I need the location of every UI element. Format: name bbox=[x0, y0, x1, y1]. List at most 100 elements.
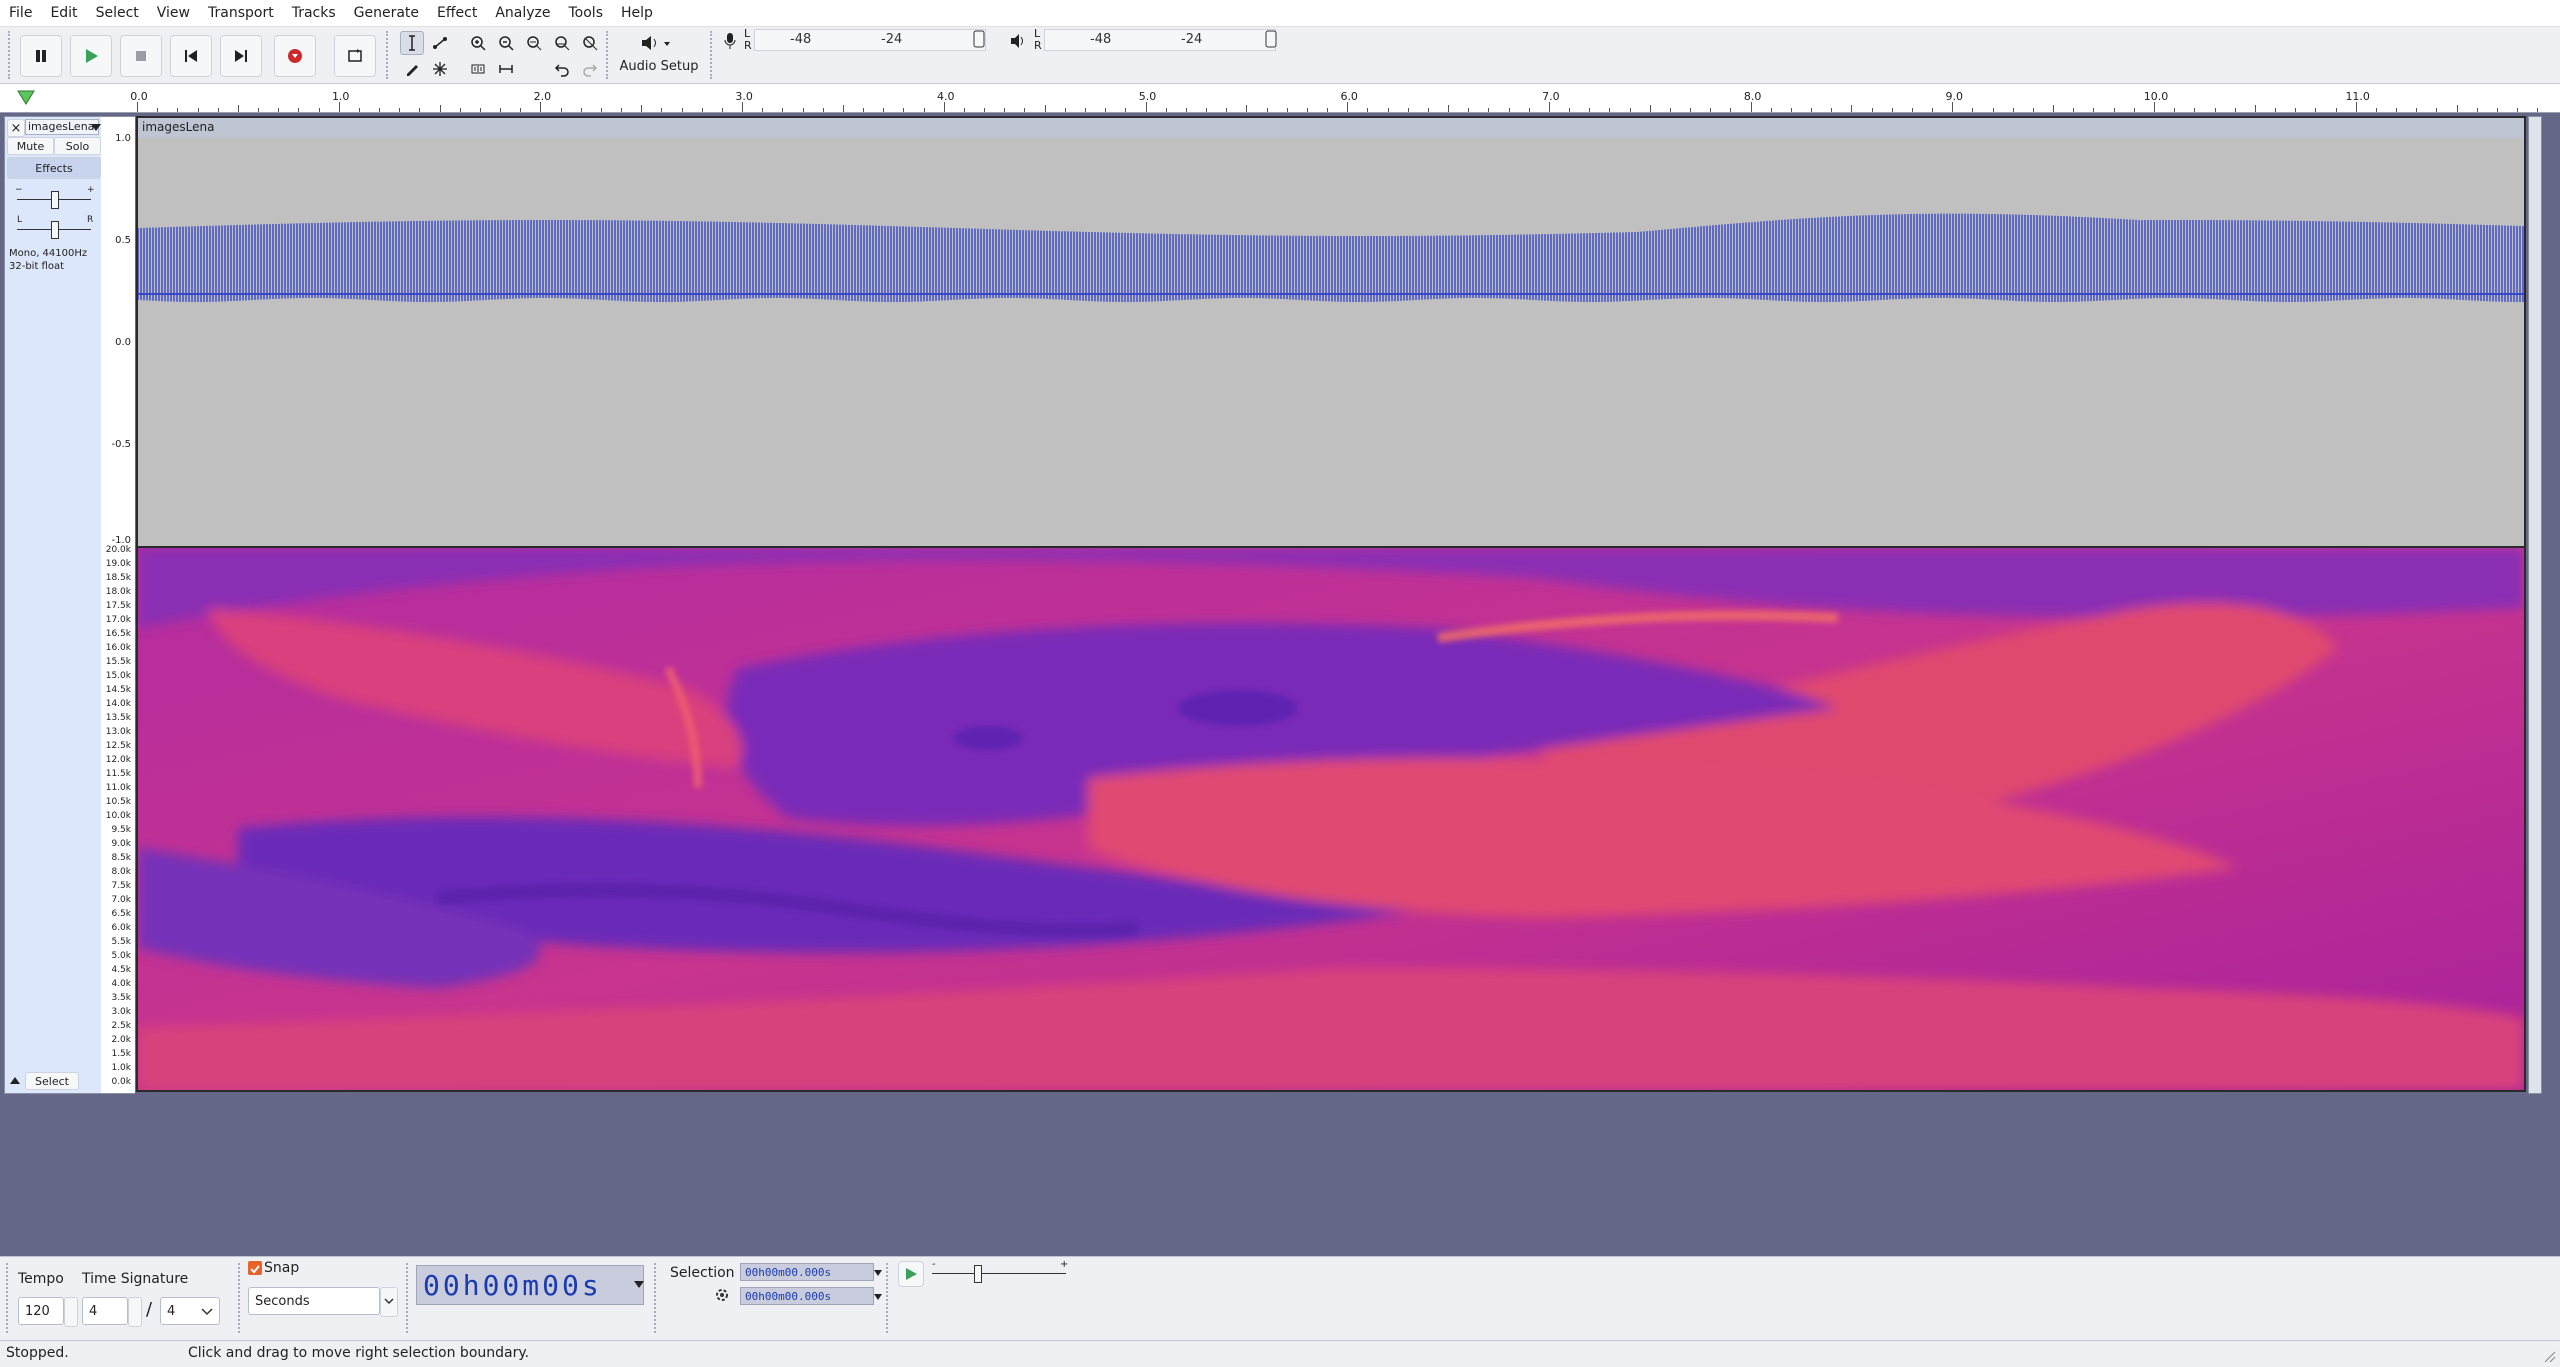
spectrogram-scale-label: 7.5k bbox=[111, 881, 131, 891]
ruler-minor-tick bbox=[379, 108, 381, 112]
tempo-input[interactable]: 120 bbox=[18, 1297, 64, 1325]
multi-tool[interactable] bbox=[428, 57, 452, 81]
fit-selection-button[interactable] bbox=[522, 31, 546, 55]
spectrogram-view[interactable] bbox=[138, 548, 2524, 1090]
chevron-down-icon[interactable] bbox=[91, 124, 101, 132]
zoom-in-button[interactable] bbox=[466, 31, 490, 55]
menu-tracks[interactable]: Tracks bbox=[283, 0, 345, 26]
gear-icon[interactable] bbox=[714, 1287, 730, 1303]
selection-tool[interactable] bbox=[400, 31, 424, 55]
time-signature-denominator[interactable]: 4 bbox=[160, 1297, 220, 1325]
ruler-label: 8.0 bbox=[1743, 90, 1762, 103]
menu-analyze[interactable]: Analyze bbox=[486, 0, 559, 26]
playhead-triangle-icon[interactable] bbox=[16, 88, 36, 108]
spectrogram-scale-label: 9.5k bbox=[111, 825, 131, 835]
play-button[interactable] bbox=[70, 35, 112, 77]
loop-button[interactable] bbox=[334, 35, 376, 77]
play-icon bbox=[906, 1268, 917, 1280]
speed-slider-thumb[interactable] bbox=[974, 1265, 982, 1283]
menu-view[interactable]: View bbox=[148, 0, 199, 26]
mute-button[interactable]: Mute bbox=[7, 137, 54, 155]
snap-unit-select[interactable]: Seconds bbox=[248, 1287, 380, 1315]
collapse-track-icon[interactable] bbox=[9, 1075, 21, 1085]
pan-slider-thumb[interactable] bbox=[51, 221, 59, 239]
ruler-minor-tick bbox=[883, 108, 885, 112]
selection-start-time[interactable]: 00h00m00.000s bbox=[740, 1263, 874, 1281]
menu-generate[interactable]: Generate bbox=[345, 0, 428, 26]
zoom-out-button[interactable] bbox=[494, 31, 518, 55]
ruler-label: 11.0 bbox=[2345, 90, 2370, 103]
meter-slider-icon[interactable] bbox=[972, 29, 986, 49]
redo-button[interactable] bbox=[578, 57, 602, 81]
track-close-button[interactable]: × bbox=[7, 119, 25, 137]
toolbar-grip[interactable] bbox=[886, 1263, 892, 1333]
microphone-icon[interactable] bbox=[722, 31, 738, 51]
meter-slider-icon[interactable] bbox=[1264, 29, 1278, 49]
pause-button[interactable] bbox=[20, 35, 62, 77]
track-name-menu[interactable]: imagesLena bbox=[25, 119, 99, 135]
ruler-minor-tick bbox=[278, 108, 280, 112]
speaker-meter-icon[interactable] bbox=[1008, 31, 1028, 51]
toolbar-grip[interactable] bbox=[6, 1263, 12, 1333]
main-toolbar: Audio Setup L R -48 -24 L R -48 -24 bbox=[0, 27, 2560, 84]
gain-slider-thumb[interactable] bbox=[51, 191, 59, 209]
menu-help[interactable]: Help bbox=[612, 0, 662, 26]
toolbar-grip[interactable] bbox=[606, 31, 612, 79]
menu-select[interactable]: Select bbox=[87, 0, 148, 26]
playback-speed-slider[interactable] bbox=[932, 1273, 1066, 1274]
trim-button[interactable] bbox=[466, 57, 490, 81]
toolbar-grip[interactable] bbox=[238, 1263, 244, 1333]
undo-button[interactable] bbox=[550, 57, 574, 81]
track-vertical-ruler[interactable]: 1.0 0.5 0.0 -0.5 -1.0 20.0k 19.0k 18.5k 18.0k 17… bbox=[101, 116, 135, 1094]
selection-end-time[interactable]: 00h00m00.000s bbox=[740, 1287, 874, 1305]
ruler-minor-tick bbox=[600, 108, 602, 112]
ruler-minor-tick bbox=[2295, 108, 2297, 112]
toolbar-grip[interactable] bbox=[654, 1263, 660, 1333]
clip-title-bar[interactable]: imagesLena bbox=[138, 118, 2524, 139]
stop-button[interactable] bbox=[120, 35, 162, 77]
chevron-down-icon[interactable] bbox=[634, 1281, 644, 1289]
fit-project-button[interactable] bbox=[550, 31, 574, 55]
toolbar-grip[interactable] bbox=[386, 31, 392, 79]
snap-unit-dropdown[interactable] bbox=[380, 1287, 398, 1317]
effects-button[interactable]: Effects bbox=[7, 157, 101, 179]
menu-transport[interactable]: Transport bbox=[199, 0, 283, 26]
menu-file[interactable]: File bbox=[0, 0, 41, 26]
skip-start-button[interactable] bbox=[170, 35, 212, 77]
toolbar-grip[interactable] bbox=[710, 31, 716, 79]
toolbar-grip[interactable] bbox=[8, 31, 14, 79]
audio-setup-button[interactable]: Audio Setup bbox=[616, 29, 702, 81]
ruler-minor-tick bbox=[1327, 108, 1329, 112]
ruler-minor-tick bbox=[2396, 108, 2398, 112]
timeline-ruler[interactable]: 0.0 1.0 2.0 3.0 4.0 5.0 6.0 7.0 8.0 9.0 10.0 11.0 bbox=[0, 84, 2560, 113]
silence-button[interactable] bbox=[494, 57, 518, 81]
ruler-minor-tick bbox=[500, 108, 502, 112]
record-button[interactable] bbox=[274, 35, 316, 77]
time-display[interactable]: 00h00m00s bbox=[416, 1265, 644, 1305]
ruler-minor-tick bbox=[822, 108, 824, 112]
track-select-button[interactable]: Select bbox=[25, 1072, 79, 1090]
zoom-toggle-button[interactable] bbox=[578, 31, 602, 55]
time-signature-numerator[interactable]: 4 bbox=[82, 1297, 128, 1325]
menu-edit[interactable]: Edit bbox=[41, 0, 86, 26]
playback-meter[interactable]: -48 -24 bbox=[1044, 29, 1276, 51]
skip-end-button[interactable] bbox=[220, 35, 262, 77]
numerator-spinner[interactable] bbox=[128, 1297, 142, 1327]
solo-button[interactable]: Solo bbox=[54, 137, 101, 155]
draw-tool[interactable] bbox=[400, 57, 424, 81]
chevron-down-icon[interactable] bbox=[874, 1294, 882, 1300]
snap-checkbox[interactable] bbox=[248, 1261, 262, 1275]
record-meter[interactable]: -48 -24 bbox=[754, 29, 986, 51]
menu-tools[interactable]: Tools bbox=[560, 0, 613, 26]
chevron-down-icon[interactable] bbox=[874, 1270, 882, 1276]
resize-grip-icon[interactable] bbox=[2540, 1347, 2556, 1363]
vertical-scrollbar[interactable] bbox=[2528, 116, 2542, 1094]
tempo-spinner[interactable] bbox=[64, 1297, 78, 1327]
audio-clip[interactable]: imagesLena bbox=[136, 116, 2526, 1092]
menu-effect[interactable]: Effect bbox=[428, 0, 486, 26]
play-at-speed-button[interactable] bbox=[898, 1261, 924, 1287]
toolbar-grip[interactable] bbox=[406, 1263, 412, 1333]
ruler-minor-tick bbox=[1226, 108, 1228, 112]
envelope-tool[interactable] bbox=[428, 31, 452, 55]
waveform-view[interactable] bbox=[138, 138, 2524, 548]
